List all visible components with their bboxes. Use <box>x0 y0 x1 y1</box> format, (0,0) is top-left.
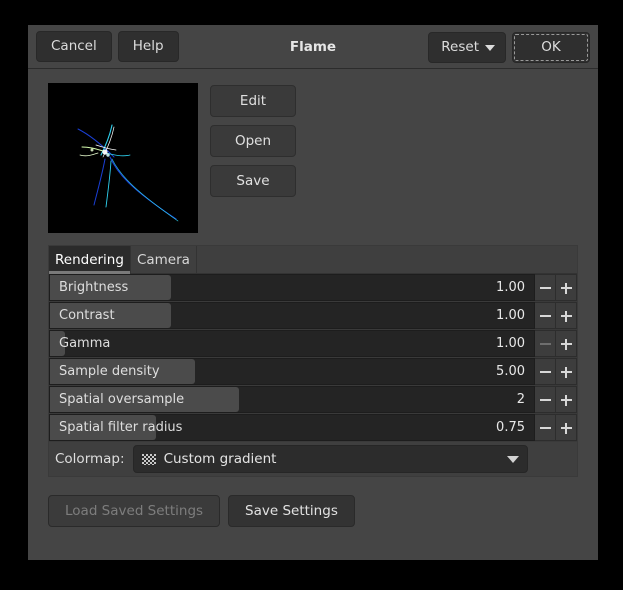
chevron-down-icon <box>507 456 519 463</box>
ok-button[interactable]: OK <box>512 32 590 63</box>
cancel-button[interactable]: Cancel <box>36 31 112 62</box>
settings-footer: Load Saved Settings Save Settings <box>48 477 578 527</box>
flame-fractal-image <box>48 83 198 233</box>
plus-icon <box>561 310 572 321</box>
brightness-label: Brightness <box>59 275 128 300</box>
minus-icon <box>540 338 551 349</box>
plus-icon <box>561 282 572 293</box>
flame-preview[interactable] <box>48 83 198 233</box>
spatial-oversample-value: 2 <box>517 387 525 412</box>
chevron-down-icon <box>485 45 495 51</box>
tab-strip: Rendering Camera <box>49 246 577 274</box>
reset-dropdown-button[interactable]: Reset <box>428 32 506 63</box>
colormap-row-spacer <box>536 442 574 476</box>
param-row-gamma: Gamma 1.00 <box>49 330 577 358</box>
contrast-increment-button[interactable] <box>556 302 577 329</box>
sample-density-value: 5.00 <box>496 359 525 384</box>
tab-rendering[interactable]: Rendering <box>49 246 131 273</box>
plus-icon <box>561 366 572 377</box>
brightness-value: 1.00 <box>496 275 525 300</box>
param-row-sample-density: Sample density 5.00 <box>49 358 577 386</box>
param-row-spatial-filter-radius: Spatial filter radius 0.75 <box>49 414 577 442</box>
preview-row: Edit Open Save <box>48 83 578 233</box>
gamma-label: Gamma <box>59 331 110 356</box>
save-button[interactable]: Save <box>210 165 296 197</box>
spatial-filter-radius-slider[interactable]: Spatial filter radius 0.75 <box>49 414 535 441</box>
minus-icon <box>540 394 551 405</box>
minus-icon <box>540 310 551 321</box>
settings-notebook: Rendering Camera Brightness 1.00 <box>48 245 578 477</box>
spatial-filter-radius-value: 0.75 <box>496 415 525 440</box>
plus-icon <box>561 338 572 349</box>
reset-label: Reset <box>441 33 479 62</box>
param-row-brightness: Brightness 1.00 <box>49 274 577 302</box>
edit-button[interactable]: Edit <box>210 85 296 117</box>
spatial-oversample-slider[interactable]: Spatial oversample 2 <box>49 386 535 413</box>
dialog-headerbar: Cancel Help Flame Reset OK <box>28 25 598 69</box>
save-settings-button[interactable]: Save Settings <box>228 495 355 527</box>
gamma-value: 1.00 <box>496 331 525 356</box>
spatial-filter-radius-increment-button[interactable] <box>556 414 577 441</box>
colormap-dropdown[interactable]: Custom gradient <box>133 445 528 473</box>
headerbar-right-group: Reset OK <box>428 25 590 69</box>
minus-icon <box>540 422 551 433</box>
rendering-tab-panel: Brightness 1.00 Contrast 1.00 <box>49 274 577 476</box>
colormap-selected-value: Custom gradient <box>164 451 499 467</box>
colormap-row: Colormap: Custom gradient <box>49 442 577 476</box>
sample-density-increment-button[interactable] <box>556 358 577 385</box>
tab-camera[interactable]: Camera <box>131 246 197 273</box>
spatial-oversample-decrement-button[interactable] <box>535 386 556 413</box>
gamma-increment-button[interactable] <box>556 330 577 357</box>
sample-density-label: Sample density <box>59 359 160 384</box>
minus-icon <box>540 282 551 293</box>
open-button[interactable]: Open <box>210 125 296 157</box>
contrast-decrement-button[interactable] <box>535 302 556 329</box>
preview-actions: Edit Open Save <box>210 83 296 197</box>
sample-density-slider[interactable]: Sample density 5.00 <box>49 358 535 385</box>
tab-strip-filler <box>197 246 577 273</box>
brightness-increment-button[interactable] <box>556 274 577 301</box>
screen: Cancel Help Flame Reset OK <box>0 0 623 590</box>
sample-density-decrement-button[interactable] <box>535 358 556 385</box>
param-row-spatial-oversample: Spatial oversample 2 <box>49 386 577 414</box>
plus-icon <box>561 422 572 433</box>
spatial-filter-radius-decrement-button[interactable] <box>535 414 556 441</box>
spatial-oversample-label: Spatial oversample <box>59 387 184 412</box>
headerbar-left-group: Cancel Help <box>36 31 179 62</box>
contrast-slider[interactable]: Contrast 1.00 <box>49 302 535 329</box>
gamma-slider[interactable]: Gamma 1.00 <box>49 330 535 357</box>
param-row-contrast: Contrast 1.00 <box>49 302 577 330</box>
flame-dialog: Cancel Help Flame Reset OK <box>28 25 598 560</box>
spatial-filter-radius-label: Spatial filter radius <box>59 415 182 440</box>
minus-icon <box>540 366 551 377</box>
spatial-oversample-increment-button[interactable] <box>556 386 577 413</box>
gamma-decrement-button[interactable] <box>535 330 556 357</box>
brightness-slider[interactable]: Brightness 1.00 <box>49 274 535 301</box>
brightness-decrement-button[interactable] <box>535 274 556 301</box>
plus-icon <box>561 394 572 405</box>
contrast-label: Contrast <box>59 303 115 328</box>
help-button[interactable]: Help <box>118 31 179 62</box>
gradient-swatch-icon <box>142 454 156 465</box>
dialog-body: Edit Open Save Rendering Camera <box>28 69 598 560</box>
load-saved-settings-button[interactable]: Load Saved Settings <box>48 495 220 527</box>
colormap-label: Colormap: <box>55 451 125 467</box>
contrast-value: 1.00 <box>496 303 525 328</box>
